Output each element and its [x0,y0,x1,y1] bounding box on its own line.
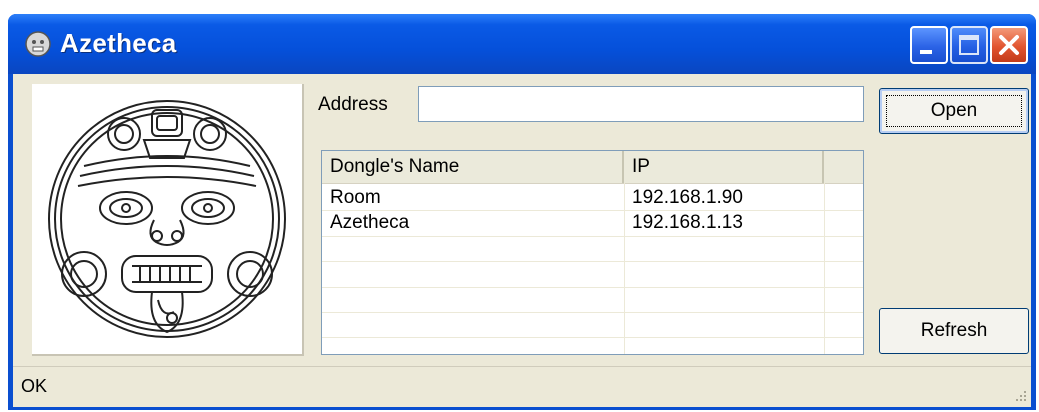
dongle-ip-cell: 192.168.1.13 [632,212,743,233]
minimize-button[interactable] [910,26,948,64]
grid-line [322,261,863,262]
refresh-button[interactable]: Refresh [879,308,1029,354]
client-area: Address Open Dongle's Name IP Room 192.1… [13,74,1031,407]
list-header: Dongle's Name IP [322,151,863,184]
dongle-list[interactable]: Dongle's Name IP Room 192.168.1.90 Azeth… [321,150,864,355]
app-window: Azetheca Address Open Dongle's Name IP R… [8,14,1036,410]
column-header-empty[interactable] [824,151,863,183]
grid-line [322,236,863,237]
address-input[interactable] [418,86,864,122]
open-button-label: Open [930,100,978,121]
column-header-ip[interactable]: IP [624,151,824,183]
status-bar: OK [13,366,1031,407]
aztec-sun-logo [48,100,286,338]
dongle-name-cell: Room [330,187,381,208]
resize-grip-icon[interactable] [1013,389,1027,403]
table-row[interactable]: Azetheca 192.168.1.13 [322,211,863,235]
minimize-icon [920,50,932,54]
dongle-ip-cell: 192.168.1.90 [632,187,743,208]
logo-panel [32,84,304,356]
column-header-name[interactable]: Dongle's Name [322,151,624,183]
open-button[interactable]: Open [879,88,1029,134]
maximize-icon [959,35,979,55]
grid-line [322,337,863,338]
address-label: Address [318,94,388,115]
dongle-name-cell: Azetheca [330,212,410,233]
table-row[interactable]: Room 192.168.1.90 [322,186,863,210]
grid-line [322,287,863,288]
window-title: Azetheca [60,28,177,58]
aztec-face-icon [25,31,51,57]
grid-line [322,312,863,313]
status-text: OK [21,376,48,396]
maximize-button[interactable] [950,26,988,64]
close-button[interactable] [990,26,1028,64]
title-bar[interactable]: Azetheca [8,14,1036,74]
close-icon [999,35,1019,55]
